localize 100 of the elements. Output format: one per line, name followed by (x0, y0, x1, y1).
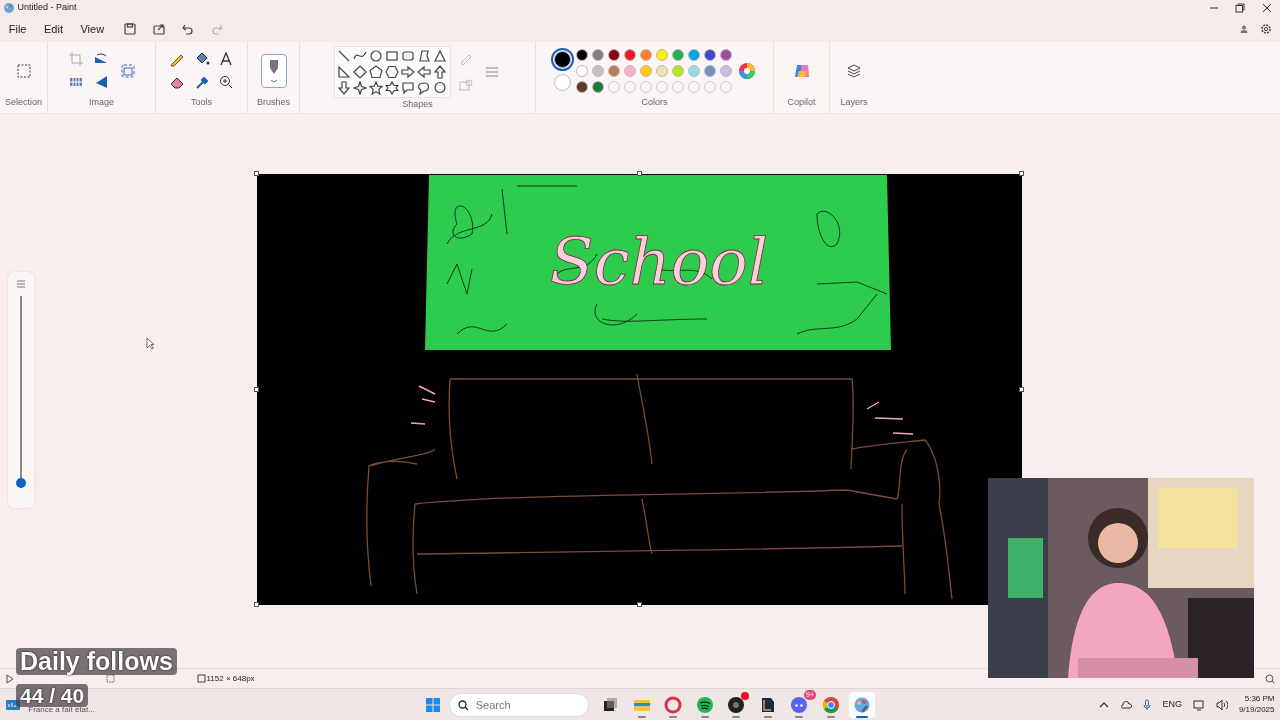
color-swatch[interactable] (688, 48, 700, 61)
window-title: Untitled - Paint (17, 1, 77, 15)
shape-button[interactable] (384, 81, 400, 95)
search-field[interactable]: Search (448, 692, 589, 717)
resize-handle[interactable] (1019, 171, 1024, 176)
color-swatch[interactable] (592, 64, 604, 77)
shape-icon (417, 81, 431, 95)
shape-button[interactable] (400, 49, 416, 63)
language-indicator[interactable]: ENG (1162, 697, 1182, 712)
cloud-icon[interactable] (1120, 699, 1133, 710)
resize-handle[interactable] (254, 386, 259, 392)
shape-icon (433, 81, 447, 95)
resize-handle[interactable] (636, 171, 642, 176)
cursor-icon (146, 337, 155, 350)
menu-item[interactable]: Edit (38, 20, 69, 38)
color-swatch[interactable] (608, 48, 620, 61)
shape-button[interactable] (416, 65, 432, 79)
shape-icon (353, 81, 367, 95)
shape-button[interactable] (352, 65, 368, 79)
color-swatch[interactable] (624, 64, 636, 77)
shape-button[interactable] (400, 65, 416, 79)
current-color[interactable] (553, 51, 571, 68)
color-swatch[interactable] (608, 64, 620, 77)
crop-icon (68, 51, 85, 68)
shape-button[interactable] (416, 81, 432, 95)
color-swatch[interactable] (624, 48, 636, 61)
color-swatch[interactable] (688, 64, 700, 77)
color-swatch[interactable] (592, 80, 604, 93)
shape-button[interactable] (336, 49, 352, 63)
canvas-size-icon (196, 674, 206, 683)
color-swatch[interactable] (704, 64, 716, 77)
shape-button[interactable] (368, 81, 384, 95)
shape-icon (417, 49, 431, 63)
color-swatch[interactable] (720, 64, 732, 77)
size-icon (483, 64, 500, 80)
selection-icon (15, 62, 32, 79)
color-swatch[interactable] (656, 48, 668, 61)
color-swatch[interactable] (640, 64, 652, 77)
shape-icon (369, 49, 383, 63)
shape-button[interactable] (336, 65, 352, 79)
group-label: Copilot (787, 95, 816, 109)
account-icon[interactable] (1238, 24, 1249, 34)
close-icon[interactable] (1261, 3, 1272, 13)
shape-button[interactable] (368, 49, 384, 63)
color-swatch[interactable] (672, 48, 684, 61)
color-swatch[interactable] (592, 48, 604, 61)
color-swatch[interactable] (656, 64, 668, 77)
group-label: Image (89, 95, 114, 109)
windows-logo-icon (425, 696, 441, 713)
shape-icon (401, 49, 415, 63)
shape-button[interactable] (400, 81, 416, 95)
settings-icon[interactable] (1259, 23, 1272, 35)
volume-icon[interactable] (1215, 698, 1228, 711)
group-label: Brushes (257, 95, 290, 109)
current-color[interactable] (553, 73, 571, 91)
layers-icon[interactable] (846, 62, 862, 79)
task-view-icon (601, 695, 619, 714)
color-swatch[interactable] (640, 48, 652, 61)
shape-button[interactable] (416, 49, 432, 63)
shape-button[interactable] (432, 81, 448, 95)
color-swatch[interactable] (576, 80, 588, 93)
menu-item[interactable]: View (74, 20, 111, 38)
menu-item[interactable]: File (2, 20, 33, 38)
shape-icon (385, 49, 399, 63)
shape-button[interactable] (432, 65, 448, 79)
shape-icon (369, 81, 383, 95)
shape-icon (353, 65, 367, 79)
shape-button[interactable] (352, 81, 368, 95)
shape-button[interactable] (368, 65, 384, 79)
group-label: Shapes (402, 98, 433, 111)
microphone-icon[interactable] (1143, 698, 1152, 711)
resize-handle[interactable] (254, 602, 259, 607)
color-swatch[interactable] (672, 64, 684, 77)
canvas-size: 1152 × 648px (206, 672, 255, 685)
color-swatch[interactable] (720, 48, 732, 61)
shape-button[interactable] (336, 81, 352, 95)
shape-button[interactable] (432, 49, 448, 63)
restore-icon[interactable] (1235, 3, 1246, 13)
shape-icon (337, 49, 351, 63)
shape-icon (433, 65, 447, 79)
shape-fill-icon (458, 76, 474, 93)
color-swatch[interactable] (704, 48, 716, 61)
clock-time[interactable]: 5:36 PM (1244, 694, 1275, 705)
color-swatch[interactable] (576, 48, 588, 61)
zoom-in-icon[interactable] (1264, 673, 1275, 684)
resize-handle[interactable] (1019, 386, 1024, 392)
network-icon[interactable] (1192, 698, 1205, 711)
color-wheel-icon[interactable] (737, 61, 756, 80)
resize-handle[interactable] (636, 602, 642, 607)
clock-date[interactable]: 9/19/2025 (1238, 704, 1275, 715)
brush-button[interactable] (260, 53, 287, 88)
color-swatch[interactable] (576, 64, 588, 77)
taskbar-app[interactable] (849, 691, 875, 718)
share-icon (152, 22, 167, 36)
redo-icon (210, 22, 225, 36)
browser-icon (821, 695, 840, 714)
group-label: Layers (840, 95, 868, 109)
resize-icon (119, 62, 136, 79)
resize-handle[interactable] (254, 171, 259, 176)
shape-button[interactable] (384, 65, 400, 79)
